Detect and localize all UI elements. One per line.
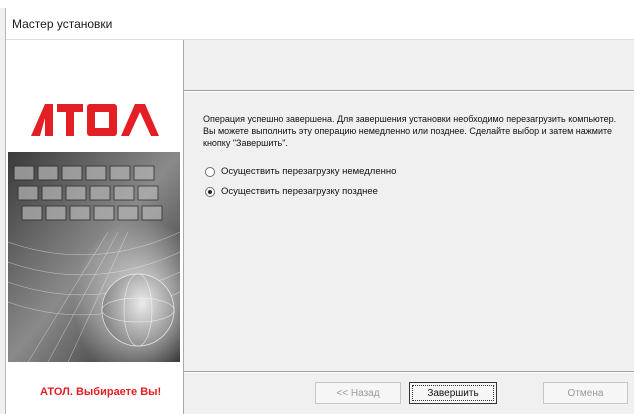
header-band — [184, 40, 634, 92]
title-bar: Мастер установки — [6, 8, 634, 40]
radio-restart-now[interactable] — [205, 166, 215, 177]
radio-restart-later[interactable] — [205, 186, 215, 197]
option-restart-later[interactable]: Осуществить перезагрузку позднее — [205, 186, 378, 197]
back-button[interactable]: << Назад — [315, 382, 401, 404]
option-restart-now[interactable]: Осуществить перезагрузку немедленно — [205, 166, 396, 177]
branding-panel: АТОЛ. Выбираете Вы! — [6, 40, 184, 414]
window-title: Мастер установки — [12, 17, 113, 31]
desktop-top-strip — [0, 0, 634, 8]
installer-window: Мастер установки АТОЛ. Выбираете Вы! — [5, 8, 634, 414]
option-restart-now-label: Осуществить перезагрузку немедленно — [221, 166, 397, 177]
completion-message: Операция успешно завершена. Для завершен… — [203, 114, 617, 148]
finish-button[interactable]: Завершить — [409, 382, 497, 404]
atol-logo — [31, 102, 161, 145]
cancel-button[interactable]: Отмена — [543, 382, 628, 404]
button-separator — [184, 371, 634, 373]
keyboard-globe-image — [8, 152, 180, 362]
atol-logo-mark — [31, 104, 159, 136]
brand-slogan: АТОЛ. Выбираете Вы! — [40, 386, 162, 398]
option-restart-later-label: Осуществить перезагрузку позднее — [221, 186, 378, 197]
